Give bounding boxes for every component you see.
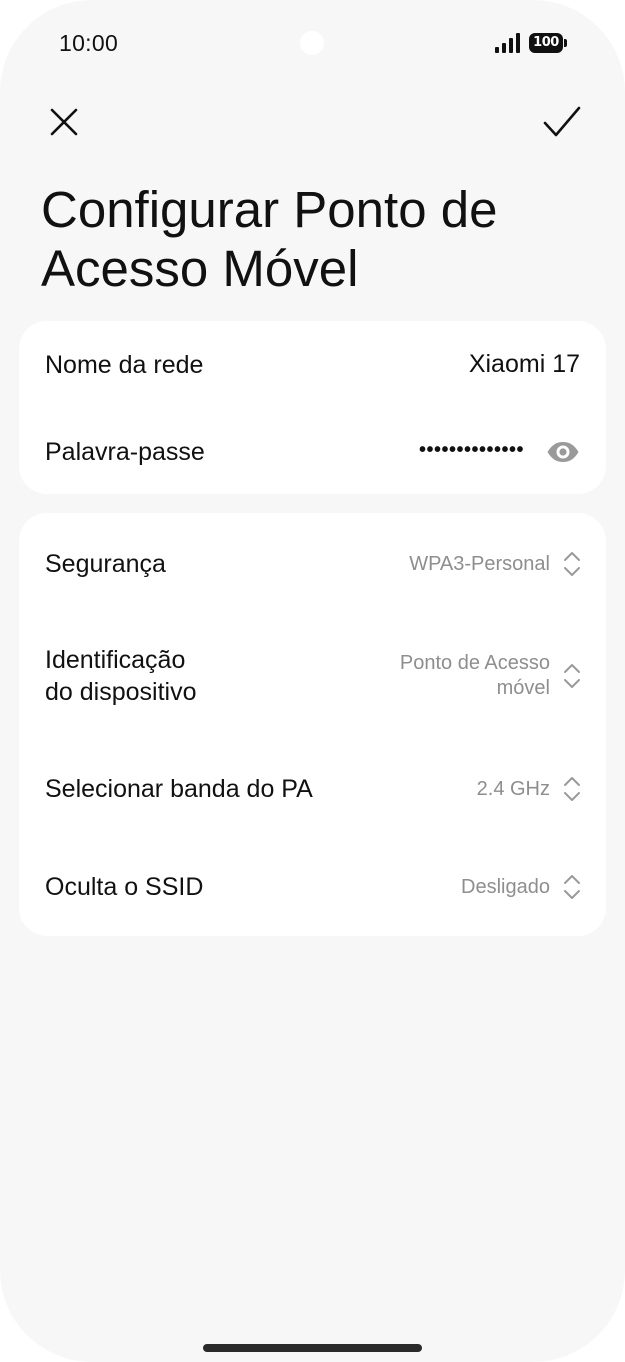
eye-icon: [547, 442, 579, 462]
password-row[interactable]: Palavra-passe ••••••••••••••: [19, 409, 606, 494]
hide-ssid-row[interactable]: Oculta o SSID Desligado: [19, 837, 606, 936]
chevron-up-down-icon: [564, 552, 580, 576]
status-time: 10:00: [59, 30, 119, 56]
network-name-row[interactable]: Nome da rede Xiaomi 17: [19, 321, 606, 409]
network-name-value: Xiaomi 17: [468, 350, 580, 378]
phone-screen: 10:00 100 Configurar Ponto de Acesso Móv…: [0, 0, 625, 1362]
security-label: Segurança: [45, 550, 166, 578]
front-camera: [300, 31, 324, 55]
settings-card: Segurança WPA3-Personal Identificação do…: [19, 513, 606, 936]
close-button[interactable]: [40, 98, 88, 146]
battery-icon: 100: [529, 33, 567, 53]
hide-ssid-value: Desligado: [461, 876, 550, 898]
device-id-value-line1: Ponto de Acesso: [399, 652, 550, 674]
security-value: WPA3-Personal: [409, 553, 550, 575]
band-row[interactable]: Selecionar banda do PA 2.4 GHz: [19, 745, 606, 837]
device-id-label: Identificação do dispositivo: [45, 644, 196, 708]
show-password-button[interactable]: [544, 437, 582, 467]
security-row[interactable]: Segurança WPA3-Personal: [19, 513, 606, 617]
password-label: Palavra-passe: [45, 438, 205, 466]
band-label: Selecionar banda do PA: [45, 775, 313, 803]
chevron-up-down-icon: [564, 875, 580, 899]
device-id-value-line2: móvel: [496, 677, 550, 699]
confirm-button[interactable]: [538, 98, 586, 146]
band-value: 2.4 GHz: [476, 778, 550, 800]
network-card: Nome da rede Xiaomi 17 Palavra-passe •••…: [19, 321, 606, 494]
device-id-value: Ponto de Acesso móvel: [400, 651, 550, 701]
password-value: ••••••••••••••: [418, 439, 524, 461]
device-id-row[interactable]: Identificação do dispositivo Ponto de Ac…: [19, 617, 606, 745]
network-name-label: Nome da rede: [45, 351, 204, 379]
hide-ssid-label: Oculta o SSID: [45, 873, 204, 901]
home-indicator[interactable]: [203, 1344, 422, 1352]
device-id-label-line1: Identificação: [45, 646, 186, 674]
chevron-up-down-icon: [564, 664, 580, 688]
signal-icon: [495, 33, 520, 53]
status-bar: 10:00 100: [0, 0, 625, 86]
battery-level: 100: [533, 35, 559, 50]
page-title: Configurar Ponto de Acesso Móvel: [41, 181, 498, 297]
check-icon: [543, 106, 581, 137]
close-icon: [50, 108, 78, 136]
device-id-label-line2: do dispositivo: [45, 678, 197, 706]
chevron-up-down-icon: [564, 777, 580, 801]
